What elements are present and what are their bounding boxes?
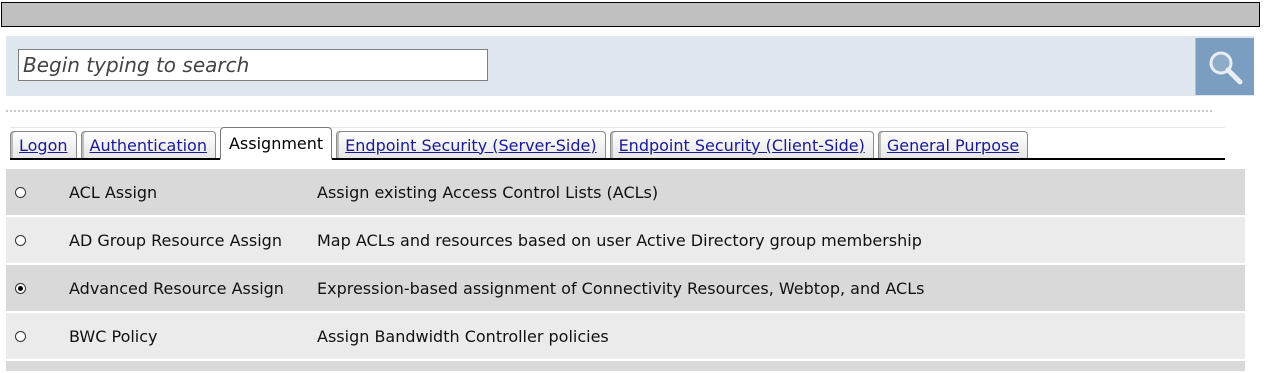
item-list: ACL Assign Assign existing Access Contro… — [6, 169, 1245, 373]
item-description: Expression-based assignment of Connectiv… — [317, 278, 925, 298]
list-item[interactable] — [6, 361, 1245, 373]
search-input[interactable] — [18, 49, 488, 81]
item-description: Map ACLs and resources based on user Act… — [317, 230, 922, 250]
item-radio[interactable] — [15, 330, 26, 342]
item-description: Assign Bandwidth Controller policies — [317, 326, 609, 346]
list-item[interactable]: AD Group Resource Assign Map ACLs and re… — [6, 217, 1245, 265]
tab-authentication[interactable]: Authentication — [80, 131, 216, 158]
item-name: BWC Policy — [69, 326, 158, 346]
item-name: Advanced Resource Assign — [69, 278, 284, 298]
list-item[interactable]: ACL Assign Assign existing Access Contro… — [6, 169, 1245, 217]
item-radio[interactable] — [15, 186, 26, 198]
item-description: Assign existing Access Control Lists (AC… — [317, 182, 659, 202]
window-title-bar — [1, 2, 1260, 27]
list-item[interactable]: Advanced Resource Assign Expression-base… — [6, 265, 1245, 313]
item-radio[interactable] — [15, 234, 26, 246]
tab-assignment[interactable]: Assignment — [219, 127, 333, 160]
tab-bar: Logon Authentication Assignment Endpoint… — [10, 127, 1225, 160]
tab-endpoint-security-server-side[interactable]: Endpoint Security (Server-Side) — [336, 131, 606, 158]
tab-endpoint-security-client-side[interactable]: Endpoint Security (Client-Side) — [609, 131, 874, 158]
search-bar — [6, 36, 1254, 96]
tab-general-purpose[interactable]: General Purpose — [877, 131, 1029, 158]
item-name: ACL Assign — [69, 182, 158, 202]
tab-logon[interactable]: Logon — [10, 131, 77, 158]
separator — [6, 110, 1212, 112]
item-name: AD Group Resource Assign — [69, 230, 282, 250]
item-radio[interactable] — [15, 282, 26, 294]
search-button[interactable] — [1195, 38, 1254, 95]
list-item[interactable]: BWC Policy Assign Bandwidth Controller p… — [6, 313, 1245, 361]
magnifier-icon — [1209, 51, 1243, 84]
